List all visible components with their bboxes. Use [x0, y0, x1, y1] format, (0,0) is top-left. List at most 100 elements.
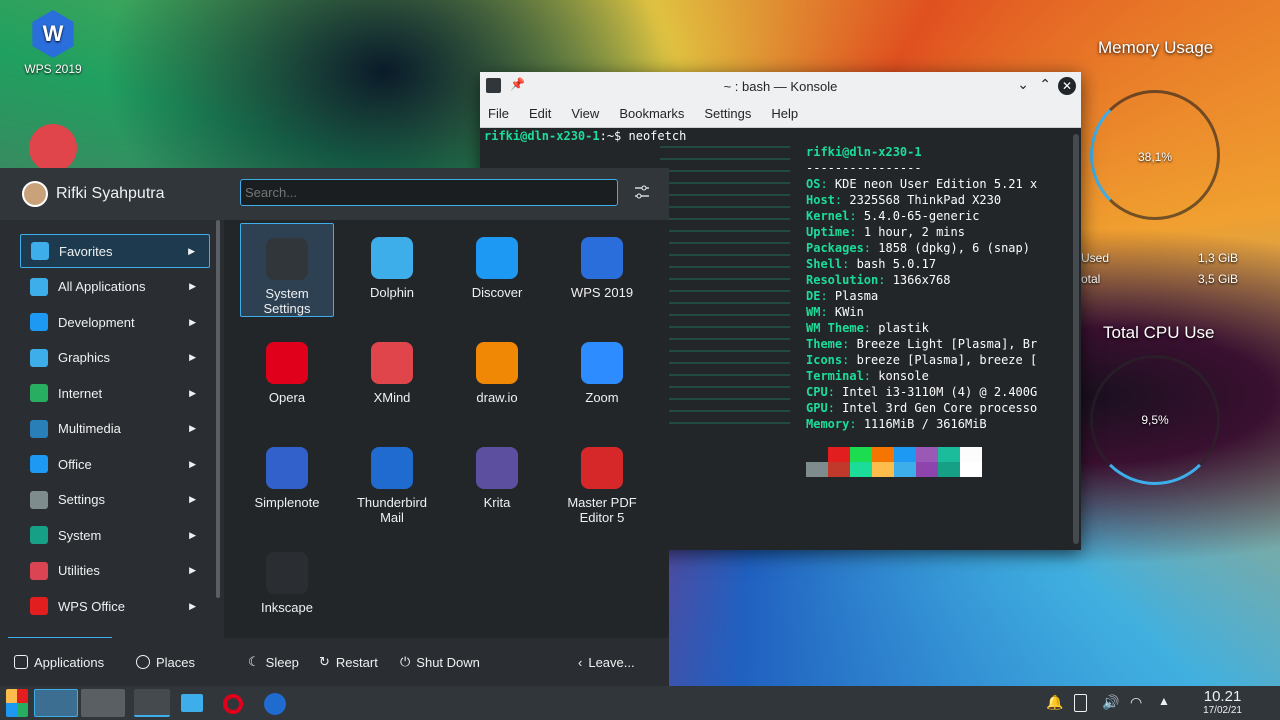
menu-bookmarks[interactable]: Bookmarks: [619, 106, 684, 121]
app-tile[interactable]: Master PDF Editor 5: [555, 433, 649, 527]
prompt-user: rifki@dln-x230-1: [484, 129, 600, 143]
desktop-icon-wps[interactable]: W WPS 2019: [13, 10, 93, 76]
minimize-icon[interactable]: ⌄: [1017, 76, 1029, 93]
menu-view[interactable]: View: [571, 106, 599, 121]
category-item[interactable]: Utilities ▶: [20, 554, 210, 588]
memory-percent: 38,1%: [1137, 150, 1173, 164]
shutdown-button[interactable]: ⏻ Shut Down: [400, 654, 480, 670]
category-icon: [30, 490, 48, 509]
clipboard-icon[interactable]: [1074, 694, 1087, 712]
info-key: GPU: [806, 401, 828, 415]
start-menu-icon[interactable]: [6, 689, 28, 717]
sleep-button[interactable]: ☾ Sleep: [248, 654, 299, 670]
category-item[interactable]: Office ▶: [20, 447, 210, 481]
app-tile[interactable]: XMind: [345, 328, 439, 422]
leave-icon: ‹: [578, 654, 583, 670]
app-tile[interactable]: draw.io: [450, 328, 544, 422]
avatar[interactable]: [22, 181, 48, 207]
restart-icon: ↻: [319, 654, 330, 669]
cpu-percent: 9,5%: [1141, 413, 1169, 427]
leave-button[interactable]: ‹ Leave...: [578, 655, 635, 670]
info-separator: ----------------: [806, 161, 922, 175]
menu-help[interactable]: Help: [771, 106, 798, 121]
task-opera-icon[interactable]: [223, 694, 243, 714]
konsole-scrollbar[interactable]: [1073, 134, 1079, 544]
chevron-right-icon: ▶: [189, 600, 196, 611]
pager-desktop-1[interactable]: [34, 689, 78, 717]
category-item[interactable]: Development ▶: [20, 305, 210, 339]
category-scrollbar[interactable]: [216, 220, 220, 598]
tab-places[interactable]: Places: [136, 655, 195, 670]
category-item[interactable]: Favorites ▶: [20, 234, 210, 268]
neofetch-logo: [660, 144, 790, 434]
category-item[interactable]: Internet ▶: [20, 376, 210, 410]
task-thunderbird-icon[interactable]: [264, 693, 286, 715]
app-tile[interactable]: Dolphin: [345, 223, 439, 317]
info-key: Shell: [806, 257, 843, 271]
cpu-gauge: 9,5%: [1090, 355, 1220, 485]
expand-tray-icon[interactable]: ▲: [1158, 694, 1176, 712]
app-icon: [266, 447, 308, 489]
tab-applications[interactable]: Applications: [14, 655, 104, 670]
category-item[interactable]: Graphics ▶: [20, 341, 210, 375]
category-label: Multimedia: [58, 421, 121, 436]
chevron-right-icon: ▶: [189, 494, 196, 504]
category-item[interactable]: All Applications ▶: [20, 270, 210, 304]
user-name: Rifki Syahputra: [56, 185, 165, 202]
app-tile[interactable]: Discover: [450, 223, 544, 317]
clock[interactable]: 10.21 17/02/21: [1203, 688, 1242, 716]
category-item[interactable]: Settings ▶: [20, 483, 210, 517]
app-icon: [371, 342, 413, 384]
category-icon: [30, 561, 48, 580]
app-label: Opera: [268, 390, 306, 405]
filter-icon[interactable]: [634, 184, 650, 200]
notification-icon[interactable]: 🔔: [1046, 694, 1064, 712]
chevron-right-icon: ▶: [189, 352, 196, 362]
category-label: WPS Office: [58, 598, 125, 614]
info-key: WM Theme: [806, 321, 864, 335]
info-value: konsole: [871, 369, 929, 383]
app-tile[interactable]: System Settings: [240, 223, 334, 317]
konsole-titlebar[interactable]: 📌 ~ : bash — Konsole ⌄ ⌃ ✕: [480, 72, 1081, 100]
wps-icon: W: [32, 10, 74, 58]
search-input[interactable]: [240, 179, 618, 206]
chevron-right-icon: ▶: [189, 316, 196, 327]
app-icon: [581, 447, 623, 489]
category-item[interactable]: WPS Office ▶: [20, 589, 210, 623]
info-line: Shell: bash 5.0.17: [806, 256, 1037, 272]
maximize-icon[interactable]: ⌃: [1039, 76, 1051, 93]
volume-icon[interactable]: 🔊: [1102, 694, 1120, 712]
chevron-right-icon: ▶: [189, 565, 196, 575]
category-item[interactable]: System ▶: [20, 518, 210, 552]
app-tile[interactable]: Krita: [450, 433, 544, 527]
sleep-label: Sleep: [265, 654, 299, 670]
chevron-right-icon: ▶: [189, 281, 196, 291]
wifi-icon[interactable]: ◠: [1130, 694, 1148, 712]
info-value: breeze [Plasma], breeze [: [849, 353, 1038, 367]
app-tile[interactable]: Inkscape: [240, 538, 334, 632]
info-value: bash 5.0.17: [849, 257, 937, 271]
info-key: WM: [806, 305, 821, 319]
app-tile[interactable]: WPS 2019: [555, 223, 649, 317]
app-tile[interactable]: Opera: [240, 328, 334, 422]
launcher-footer: Applications Places ☾ Sleep ↻ Restart ⏻ Shu…: [0, 638, 669, 686]
app-grid: System Settings Dolphin Discover WPS 2019 Op…: [224, 220, 669, 638]
menu-edit[interactable]: Edit: [529, 106, 551, 121]
task-konsole[interactable]: [134, 689, 170, 717]
close-icon[interactable]: ✕: [1058, 77, 1076, 95]
palette-swatch: [806, 447, 828, 462]
info-value: 5.4.0-65-generic: [856, 209, 980, 223]
menu-settings[interactable]: Settings: [704, 106, 751, 121]
pager-desktop-2[interactable]: [81, 689, 125, 717]
category-item[interactable]: Multimedia ▶: [20, 412, 210, 446]
app-tile[interactable]: Zoom: [555, 328, 649, 422]
menu-file[interactable]: File: [488, 106, 509, 121]
app-tile[interactable]: Thunderbird Mail: [345, 433, 439, 527]
restart-label: Restart: [335, 654, 378, 670]
info-colon: :: [820, 289, 828, 303]
restart-button[interactable]: ↻ Restart: [319, 654, 378, 670]
task-dolphin-icon[interactable]: [181, 694, 203, 712]
info-line: Memory: 1116MiB / 3616MiB: [806, 416, 1037, 432]
app-tile[interactable]: Simplenote: [240, 433, 334, 527]
applications-label: Applications: [34, 654, 105, 670]
